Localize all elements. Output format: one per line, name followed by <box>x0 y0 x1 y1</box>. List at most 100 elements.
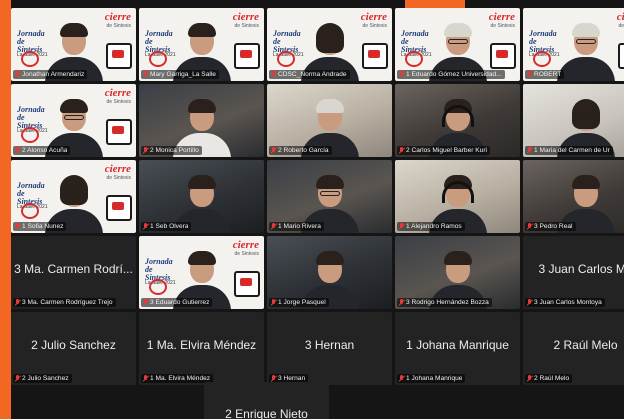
participant-name-label: 3 Ma. Carmen Rodríguez Trejo <box>13 298 116 307</box>
mic-muted-icon <box>143 71 148 78</box>
illustration-icon <box>362 43 388 69</box>
illustration-icon <box>106 195 132 221</box>
mic-muted-icon <box>527 299 532 306</box>
participant-tile[interactable]: 3 Hernan 3 Hernan <box>267 312 392 385</box>
participant-name-label: 2 Monica Portillo <box>141 146 202 155</box>
participant-tile[interactable]: 1 Alejandro Ramos <box>395 160 520 233</box>
mic-muted-icon <box>271 375 276 382</box>
brand-logo: cierre <box>104 87 131 99</box>
participant-name-label: 2 Carlos Miguel Barber Kuri <box>397 146 490 155</box>
participant-name: 2 Julio Sanchez <box>22 375 69 382</box>
mic-muted-icon <box>143 375 148 382</box>
brand-logo-sub: de Sintesis <box>362 23 387 29</box>
participant-name: 3 Pedro Real <box>534 223 573 230</box>
brand-logo-sub: de Sintesis <box>618 23 624 29</box>
brand-logo: cierre <box>488 11 515 23</box>
participant-name: 2 Raúl Melo <box>534 375 570 382</box>
mic-muted-icon <box>527 147 532 154</box>
participant-name: 1 Alejandro Ramos <box>406 223 462 230</box>
participant-name-label: 2 Julio Sanchez <box>13 374 72 383</box>
participant-tile[interactable]: cierrede SintesisJornada de SintesisLa S… <box>523 8 624 81</box>
participant-tile[interactable]: cierrede SintesisJornada de SintesisLa S… <box>11 84 136 157</box>
participant-name: 1 Sofia Nunez <box>22 223 64 230</box>
participant-name: 2 Roberto García <box>278 147 329 154</box>
participant-name: 2 Monica Portillo <box>150 147 199 154</box>
participant-name: 3 Ma. Carmen Rodríguez Trejo <box>22 299 113 306</box>
participant-tile[interactable]: 1 Mario Rivera <box>267 160 392 233</box>
mic-muted-icon <box>527 375 532 382</box>
mic-muted-icon <box>399 71 404 78</box>
participant-tile[interactable]: cierrede SintesisJornada de SintesisLa S… <box>139 8 264 81</box>
participant-tile[interactable]: 3 Rodrigo Hernández Bozza <box>395 236 520 309</box>
brand-logo: cierre <box>360 11 387 23</box>
illustration-shape-icon <box>149 279 167 295</box>
participant-name-label: 1 Ma. Elvira Méndez <box>141 374 214 383</box>
participant-tile[interactable]: 2 Enrique Nieto <box>204 382 329 419</box>
illustration-shape-icon <box>149 51 167 67</box>
participant-center-name: 3 Hernan <box>304 338 355 352</box>
brand-logo: cierre <box>232 11 259 23</box>
illustration-shape-icon <box>405 51 423 67</box>
participant-tile[interactable]: cierrede SintesisJornada de SintesisLa S… <box>11 8 136 81</box>
participant-tile[interactable]: 2 Raúl Melo 2 Raúl Melo <box>523 312 624 385</box>
mic-muted-icon <box>143 223 148 230</box>
participant-tile[interactable]: 2 Julio Sanchez 2 Julio Sanchez <box>11 312 136 385</box>
brand-logo-sub: de Sintesis <box>106 23 131 29</box>
participant-tile[interactable]: 2 Roberto García <box>267 84 392 157</box>
participant-name: 1 Seb Olvera <box>150 223 189 230</box>
participant-name-label: 1 Eduardo Gómez Universidad... <box>397 70 505 79</box>
participant-tile[interactable]: 2 Carlos Miguel Barber Kuri <box>395 84 520 157</box>
participant-tile[interactable]: 3 Pedro Real <box>523 160 624 233</box>
mic-muted-icon <box>271 71 276 78</box>
mic-muted-icon <box>15 223 20 230</box>
mic-muted-icon <box>399 223 404 230</box>
participant-tile[interactable]: 1 Maria del Carmen de Ur <box>523 84 624 157</box>
illustration-icon <box>106 43 132 69</box>
illustration-icon <box>490 43 516 69</box>
participant-tile[interactable]: cierrede SintesisJornada de SintesisLa S… <box>11 160 136 233</box>
participant-tile[interactable]: 2 Monica Portillo <box>139 84 264 157</box>
mic-muted-icon <box>399 147 404 154</box>
participant-name-label: 1 Seb Olvera <box>141 222 192 231</box>
participant-name: 1 Maria del Carmen de Ur <box>534 147 610 154</box>
participant-tile[interactable]: 1 Jorge Pasquel <box>267 236 392 309</box>
participant-center-name: 3 Juan Carlos Mo <box>538 262 624 276</box>
participant-center-name: 1 Ma. Elvira Méndez <box>146 338 257 352</box>
participant-tile[interactable]: 3 Juan Carlos Mo 3 Juan Carlos Montoya <box>523 236 624 309</box>
participant-tile[interactable]: 1 Johana Manrique 1 Johana Manrique <box>395 312 520 385</box>
brand-logo: cierre <box>104 11 131 23</box>
mic-muted-icon <box>271 223 276 230</box>
participant-tile[interactable]: 1 Ma. Elvira Méndez 1 Ma. Elvira Méndez <box>139 312 264 385</box>
participant-tile[interactable]: cierrede SintesisJornada de SintesisLa S… <box>395 8 520 81</box>
participant-name: Jonathan Armendariz <box>22 71 85 78</box>
participant-name: 3 Rodrigo Hernández Bozza <box>406 299 489 306</box>
mic-muted-icon <box>15 147 20 154</box>
participant-tile[interactable]: 3 Ma. Carmen Rodrí... 3 Ma. Carmen Rodríg… <box>11 236 136 309</box>
participant-tile[interactable]: cierrede SintesisJornada de SintesisLa S… <box>267 8 392 81</box>
mic-muted-icon <box>15 71 20 78</box>
participant-name-label: 3 Rodrigo Hernández Bozza <box>397 298 492 307</box>
illustration-icon <box>618 43 624 69</box>
mic-muted-icon <box>527 223 532 230</box>
participant-center-name: 2 Julio Sanchez <box>31 338 116 352</box>
illustration-icon <box>234 271 260 297</box>
accent-border-left <box>0 0 11 419</box>
mic-muted-icon <box>15 299 20 306</box>
participant-name-label: 3 Eduardo Gutierrez <box>141 298 213 307</box>
mic-muted-icon <box>143 147 148 154</box>
participant-tile[interactable]: cierrede SintesisJornada de SintesisLa S… <box>139 236 264 309</box>
illustration-shape-icon <box>21 51 39 67</box>
participant-name: ROBERT <box>534 71 562 78</box>
participant-name: 1 Eduardo Gómez Universidad... <box>406 71 502 78</box>
participant-name-label: 2 Roberto García <box>269 146 332 155</box>
participant-name: Mary Garriga_La Salle <box>150 71 216 78</box>
participant-center-name: 2 Raúl Melo <box>553 338 618 352</box>
participant-name: CDSC_Norma Andrade <box>278 71 347 78</box>
participant-name: 2 Alonso Acuña <box>22 147 68 154</box>
illustration-shape-icon <box>21 127 39 143</box>
participant-name: 3 Eduardo Gutierrez <box>150 299 210 306</box>
participant-name-label: 1 Sofia Nunez <box>13 222 67 231</box>
participant-tile[interactable]: 1 Seb Olvera <box>139 160 264 233</box>
participant-name: 1 Johana Manrique <box>406 375 463 382</box>
brand-logo: cierre <box>616 11 624 23</box>
